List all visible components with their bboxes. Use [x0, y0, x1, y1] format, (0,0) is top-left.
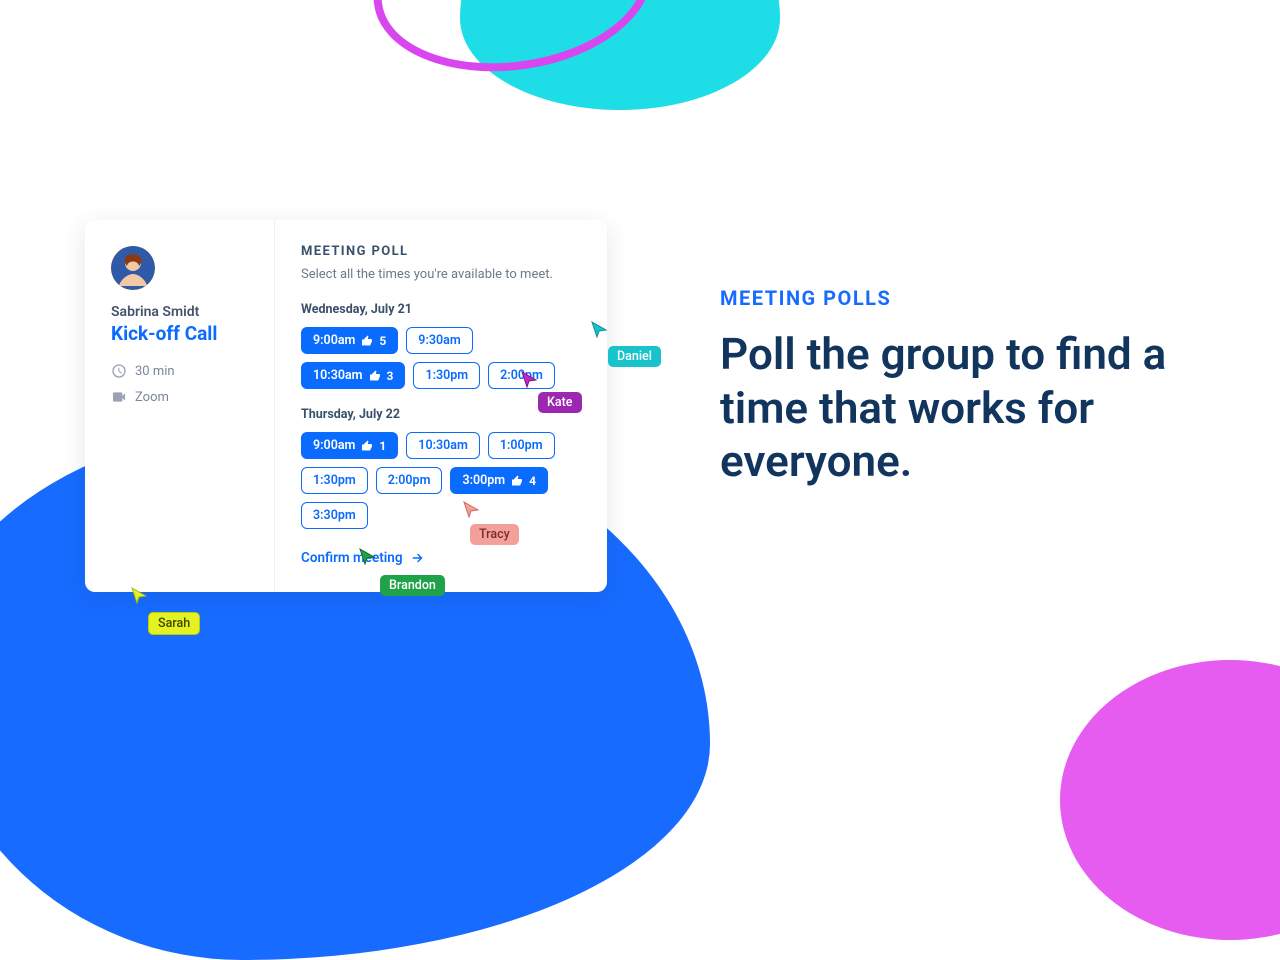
cursor-icon: [358, 547, 376, 565]
time-slot-label: 1:00pm: [500, 438, 543, 453]
collab-cursor-daniel: Daniel: [590, 320, 661, 367]
time-slot-button[interactable]: 9:00am 5: [301, 327, 398, 354]
meta-platform-label: Zoom: [135, 390, 169, 405]
time-slot-button[interactable]: 10:30am: [406, 432, 480, 459]
time-slot-label: 9:30am: [418, 333, 460, 348]
time-slot-label: 2:00pm: [388, 473, 431, 488]
cursor-label: Kate: [538, 392, 582, 413]
cursor-label: Daniel: [608, 346, 661, 367]
time-slot-button[interactable]: 1:30pm: [301, 467, 368, 494]
bg-blob-magenta: [1060, 660, 1280, 940]
time-slot-button[interactable]: 9:30am: [406, 327, 472, 354]
video-icon: [111, 389, 127, 405]
time-slot-label: 9:00am: [313, 438, 355, 453]
time-slot-vote-count: 1: [379, 439, 386, 453]
time-slot-button[interactable]: 9:00am 1: [301, 432, 398, 459]
time-slot-label: 3:30pm: [313, 508, 356, 523]
meta-platform-row: Zoom: [111, 389, 252, 405]
time-slot-button[interactable]: 2:00pm: [376, 467, 443, 494]
time-slot-label: 10:30am: [313, 368, 363, 383]
meta-duration-row: 30 min: [111, 363, 252, 379]
poll-heading: MEETING POLL: [301, 244, 581, 259]
time-slot-button[interactable]: 1:00pm: [488, 432, 555, 459]
collab-cursor-brandon: Brandon: [358, 547, 445, 596]
host-name: Sabrina Smidt: [111, 304, 252, 320]
cursor-label: Sarah: [148, 612, 200, 635]
headline-eyebrow: MEETING POLLS: [720, 286, 1220, 310]
cursor-icon: [590, 320, 608, 338]
time-slot-button[interactable]: 3:00pm 4: [450, 467, 548, 494]
cursor-label: Tracy: [470, 524, 519, 545]
day-label: Wednesday, July 21: [301, 302, 581, 317]
meta-duration-label: 30 min: [135, 364, 175, 379]
time-slot-label: 9:00am: [313, 333, 355, 348]
time-slot-label: 1:30pm: [425, 368, 468, 383]
headline-text: Poll the group to find a time that works…: [720, 328, 1220, 489]
collab-cursor-sarah: Sarah: [130, 586, 200, 635]
time-slot-button[interactable]: 3:30pm: [301, 502, 368, 529]
headline-block: MEETING POLLS Poll the group to find a t…: [720, 286, 1220, 489]
cursor-icon: [462, 500, 480, 518]
collab-cursor-kate: Kate: [520, 370, 582, 413]
card-sidebar: Sabrina Smidt Kick-off Call 30 min Zoom: [85, 220, 275, 592]
poll-subheading: Select all the times you're available to…: [301, 267, 581, 282]
meeting-title: Kick-off Call: [111, 322, 252, 345]
time-slot-vote-count: 3: [387, 369, 394, 383]
cursor-label: Brandon: [380, 575, 445, 596]
time-slot-button[interactable]: 10:30am 3: [301, 362, 405, 389]
time-slot-label: 10:30am: [418, 438, 468, 453]
time-slot-vote-count: 4: [529, 474, 536, 488]
collab-cursor-tracy: Tracy: [462, 500, 519, 545]
time-slot-label: 3:00pm: [462, 473, 505, 488]
time-slot-label: 1:30pm: [313, 473, 356, 488]
cursor-icon: [520, 370, 538, 388]
host-avatar: [111, 246, 155, 290]
slot-row: 9:00am110:30am1:00pm1:30pm2:00pm3:00pm43…: [301, 432, 581, 529]
time-slot-vote-count: 5: [379, 334, 386, 348]
cursor-icon: [130, 586, 148, 604]
clock-icon: [111, 363, 127, 379]
time-slot-button[interactable]: 1:30pm: [413, 362, 480, 389]
